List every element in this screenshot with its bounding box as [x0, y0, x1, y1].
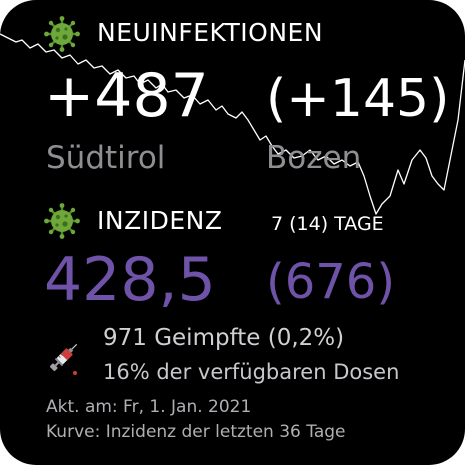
bozen-label: Bozen: [266, 140, 362, 176]
virus-icon: [44, 16, 80, 52]
curve-caption: Kurve: Inzidenz der letzten 36 Tage: [46, 422, 346, 442]
syringe-icon: [49, 343, 78, 375]
incidence-days-label: 7 (14) TAGE: [271, 213, 384, 235]
incidence-widget[interactable]: NEUINFEKTIONEN +487 (+145) Südtirol Boze…: [0, 0, 465, 465]
suedtirol-incidence: 428,5: [44, 245, 216, 315]
suedtirol-new-infections: +487: [44, 61, 209, 131]
incidence-title: INZIDENZ: [97, 206, 223, 235]
suedtirol-label: Südtirol: [46, 140, 166, 176]
vaccinated-count: 971 Geimpfte (0,2%): [103, 325, 345, 351]
bozen-new-infections: (+145): [266, 69, 450, 129]
available-doses: 16% der verfügbaren Dosen: [103, 360, 400, 384]
bozen-incidence: (676): [266, 254, 396, 310]
virus-icon: [44, 203, 80, 239]
new-infections-title: NEUINFEKTIONEN: [97, 18, 324, 47]
updated-date: Akt. am: Fr, 1. Jan. 2021: [46, 397, 252, 417]
